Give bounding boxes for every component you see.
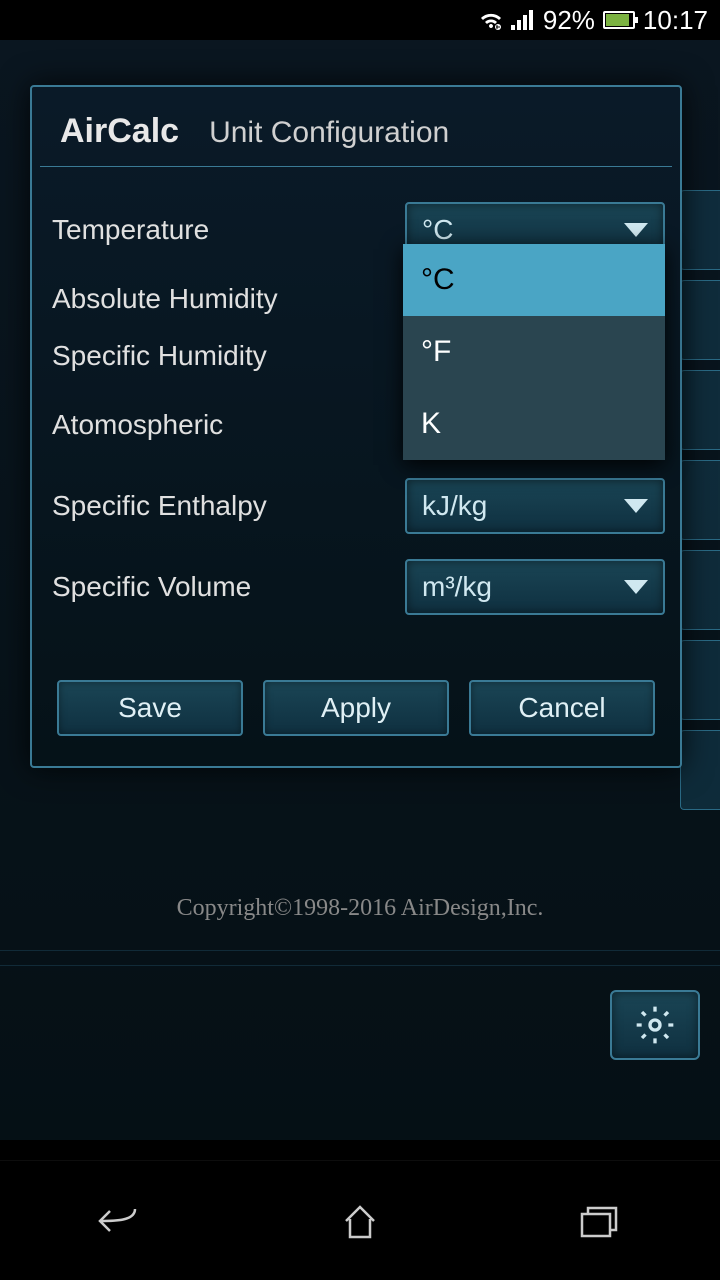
specific-volume-dropdown[interactable]: m³/kg — [405, 559, 665, 615]
bg-tab[interactable] — [680, 640, 720, 720]
apply-button[interactable]: Apply — [263, 680, 449, 736]
specific-enthalpy-dropdown[interactable]: kJ/kg — [405, 478, 665, 534]
temperature-dropdown-menu: °C °F K — [403, 244, 665, 460]
chevron-down-icon — [624, 580, 648, 594]
specific-humidity-label: Specific Humidity — [47, 340, 267, 372]
gear-icon — [635, 1005, 675, 1045]
divider — [0, 965, 720, 966]
bg-tab[interactable] — [680, 460, 720, 540]
cancel-button[interactable]: Cancel — [469, 680, 655, 736]
app-title: AirCalc — [60, 112, 179, 151]
unit-config-dialog: AirCalc Unit Configuration Temperature °… — [30, 85, 682, 768]
dialog-buttons: Save Apply Cancel — [32, 660, 680, 766]
bg-tab[interactable] — [680, 730, 720, 810]
dropdown-option-kelvin[interactable]: K — [403, 388, 665, 460]
copyright-text: Copyright©1998-2016 AirDesign,Inc. — [0, 895, 720, 922]
dropdown-value: °C — [422, 214, 453, 246]
temperature-label: Temperature — [47, 214, 209, 246]
dropdown-option-fahrenheit[interactable]: °F — [403, 316, 665, 388]
signal-icon — [511, 10, 535, 30]
specific-enthalpy-label: Specific Enthalpy — [47, 490, 267, 522]
battery-icon — [603, 11, 635, 29]
bg-tab[interactable] — [680, 280, 720, 360]
absolute-humidity-label: Absolute Humidity — [47, 283, 278, 315]
specific-volume-label: Specific Volume — [47, 571, 251, 603]
bg-tab[interactable] — [680, 550, 720, 630]
settings-button[interactable] — [610, 990, 700, 1060]
atmospheric-label: Atomospheric — [47, 409, 223, 441]
dropdown-option-celsius[interactable]: °C — [403, 244, 665, 316]
config-row-specific-volume: Specific Volume m³/kg — [47, 559, 665, 615]
back-button[interactable] — [70, 1191, 170, 1251]
home-icon — [338, 1199, 382, 1243]
recent-apps-button[interactable] — [550, 1191, 650, 1251]
recent-apps-icon — [578, 1202, 622, 1240]
dialog-subtitle: Unit Configuration — [209, 116, 449, 150]
battery-percent: 92% — [543, 5, 595, 36]
dialog-header: AirCalc Unit Configuration — [40, 87, 672, 167]
save-button[interactable]: Save — [57, 680, 243, 736]
divider — [0, 950, 720, 951]
wifi-icon — [479, 8, 503, 32]
back-icon — [95, 1201, 145, 1241]
bg-tab[interactable] — [680, 190, 720, 270]
status-bar: 92% 10:17 — [0, 0, 720, 40]
config-row-specific-enthalpy: Specific Enthalpy kJ/kg — [47, 478, 665, 534]
status-time: 10:17 — [643, 5, 708, 36]
bg-tab[interactable] — [680, 370, 720, 450]
chevron-down-icon — [624, 499, 648, 513]
navigation-bar — [0, 1160, 720, 1280]
dropdown-value: m³/kg — [422, 571, 492, 603]
home-button[interactable] — [310, 1191, 410, 1251]
dropdown-value: kJ/kg — [422, 490, 487, 522]
chevron-down-icon — [624, 223, 648, 237]
